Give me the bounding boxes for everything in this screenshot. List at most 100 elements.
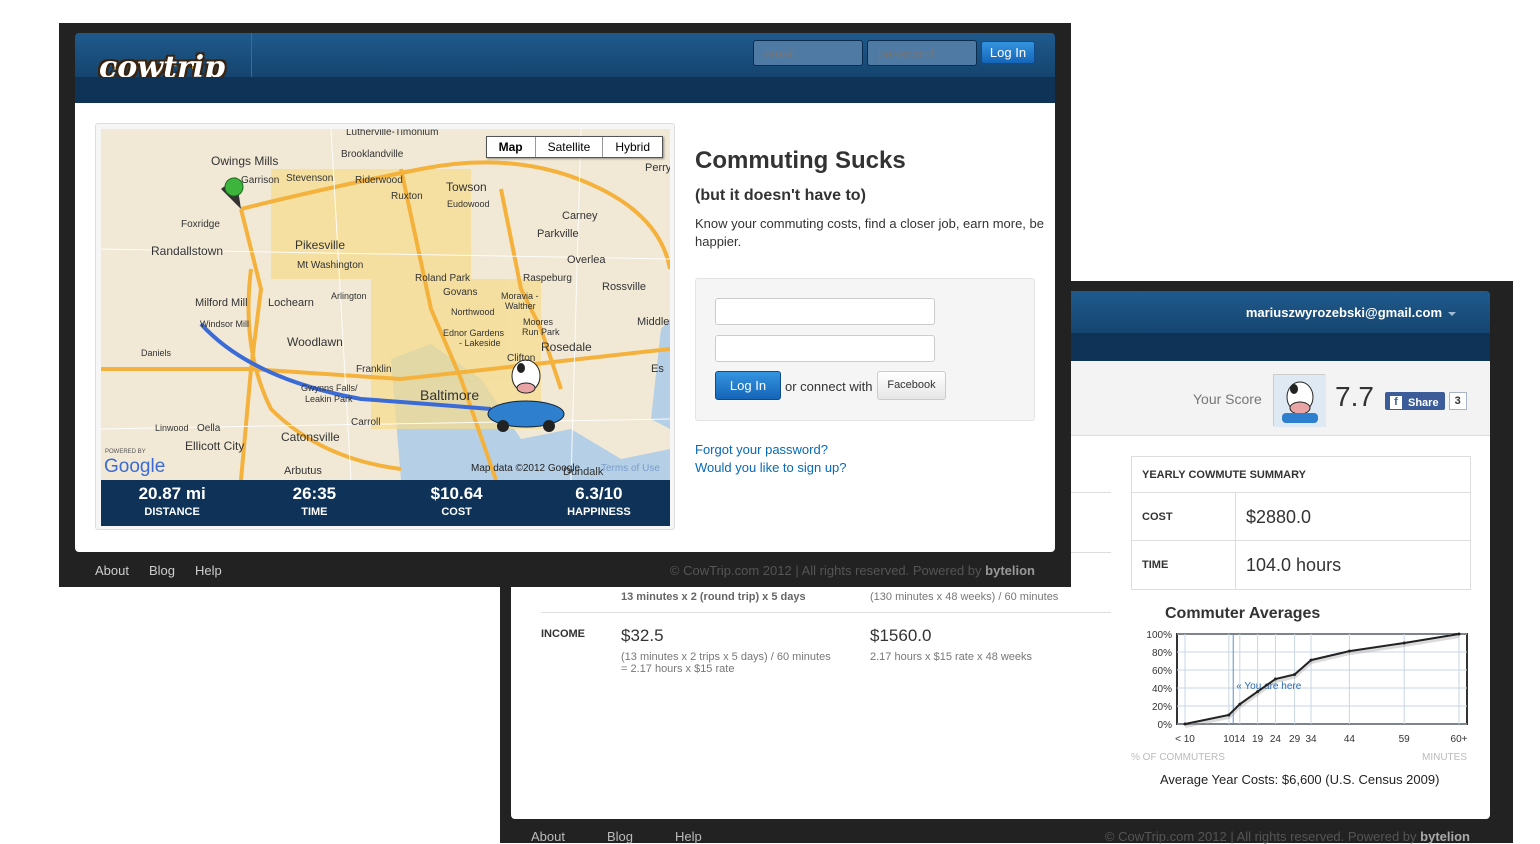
share-label: Share: [1408, 396, 1439, 409]
svg-text:Windsor Mill: Windsor Mill: [200, 319, 249, 329]
footer-copyright: © CowTrip.com 2012 | All rights reserved…: [670, 563, 1035, 578]
svg-text:Towson: Towson: [446, 180, 487, 194]
login-button[interactable]: Log In: [715, 371, 781, 400]
data-point: [1293, 673, 1297, 676]
svg-text:Randallstown: Randallstown: [151, 244, 223, 258]
svg-text:Arbutus: Arbutus: [284, 465, 322, 477]
footer-help-link[interactable]: Help: [195, 563, 222, 578]
x-tick-label: 34: [1305, 734, 1317, 745]
time-yearly-detail: (130 minutes x 48 weeks) / 60 minutes: [870, 591, 1059, 603]
svg-text:Milford Mill: Milford Mill: [195, 297, 248, 309]
svg-text:Lutherville-Timonium: Lutherville-Timonium: [346, 129, 438, 138]
svg-text:Overlea: Overlea: [567, 254, 606, 266]
svg-text:Franklin: Franklin: [356, 364, 392, 375]
facebook-connect-button[interactable]: Facebook: [877, 371, 946, 400]
y-tick-label: 80%: [1152, 648, 1172, 659]
svg-text:Brooklandville: Brooklandville: [341, 149, 404, 160]
stat-distance: 20.87 mi DISTANCE: [101, 480, 243, 526]
svg-text:Raspeburg: Raspeburg: [523, 273, 572, 284]
score-value: 7.7: [1335, 381, 1374, 412]
svg-text:Stevenson: Stevenson: [286, 173, 333, 184]
svg-text:Carney: Carney: [562, 210, 598, 222]
summary-key: COST: [1132, 493, 1236, 540]
facebook-icon: f: [1390, 396, 1402, 409]
stat-value: 6.3/10: [575, 484, 623, 503]
data-point: [1273, 677, 1277, 681]
row-divider: [541, 612, 1111, 613]
login-password-input[interactable]: [715, 335, 935, 362]
stat-label: COST: [441, 506, 472, 518]
svg-text:Oella: Oella: [197, 423, 221, 434]
connect-label: or connect with: [785, 379, 873, 394]
landing-footer: About Blog Help © CowTrip.com 2012 | All r…: [95, 563, 1035, 578]
footer-blog-link[interactable]: Blog: [607, 829, 633, 844]
map-type-satellite[interactable]: Satellite: [534, 137, 603, 157]
stat-label: TIME: [301, 506, 328, 518]
copyright-text: © CowTrip.com 2012 | All rights reserved…: [1104, 829, 1417, 844]
map-panel: Lutherville-Timonium Owings Mills Garris…: [95, 123, 675, 530]
map-type-hybrid[interactable]: Hybrid: [602, 137, 662, 157]
map-terms-link[interactable]: Terms of Use: [601, 463, 660, 474]
svg-text:Woodlawn: Woodlawn: [287, 335, 343, 349]
x-tick-label: < 10: [1175, 734, 1195, 745]
footer-about-link[interactable]: About: [95, 563, 129, 578]
password-field[interactable]: [867, 40, 977, 66]
share-count: 3: [1448, 392, 1467, 410]
stat-value: 26:35: [292, 484, 337, 503]
footer-help-link[interactable]: Help: [675, 829, 702, 844]
data-point: [1256, 690, 1260, 694]
commute-stats: 20.87 mi DISTANCE 26:35 TIME $10.64 COST 6.…: [101, 480, 670, 526]
svg-text:Mt Washington: Mt Washington: [297, 260, 363, 271]
stat-time: 26:35 TIME: [243, 480, 385, 526]
svg-text:Owings Mills: Owings Mills: [211, 154, 278, 168]
svg-text:Baltimore: Baltimore: [420, 387, 479, 403]
footer-blog-link[interactable]: Blog: [149, 563, 175, 578]
header-login-button[interactable]: Log In: [981, 41, 1035, 64]
forgot-password-link[interactable]: Forgot your password?: [695, 442, 828, 457]
x-tick-label: 59: [1399, 734, 1411, 745]
share-button[interactable]: f Share: [1385, 392, 1445, 410]
y-tick-label: 0%: [1158, 720, 1173, 731]
svg-text:Lochearn: Lochearn: [268, 297, 314, 309]
user-menu[interactable]: mariuszwyrozebski@gmail.com: [1246, 305, 1456, 320]
chevron-down-icon: [1448, 311, 1456, 316]
svg-text:Rossville: Rossville: [602, 281, 646, 293]
facebook-share[interactable]: f Share 3: [1385, 392, 1471, 410]
stat-value: $10.64: [430, 484, 483, 503]
svg-text:Govans: Govans: [443, 287, 477, 298]
svg-text:Clifton: Clifton: [507, 353, 535, 364]
map-type-map[interactable]: Map: [487, 137, 535, 157]
score-label: Your Score: [1193, 391, 1262, 407]
map-type-control: Map Satellite Hybrid: [485, 136, 663, 158]
svg-text:Middle: Middle: [637, 316, 669, 328]
user-email: mariuszwyrozebski@gmail.com: [1245, 305, 1442, 320]
data-point: [1227, 713, 1231, 717]
landing-window: cowtrip Log In: [59, 23, 1071, 587]
commuter-averages-chart: < 10 10 14 19 24 29 34 44 59 60+ 0% 20% 40% 60% 80% 100…: [1131, 630, 1468, 763]
y-tick-label: 100%: [1146, 630, 1172, 641]
income-daily-detail: (13 minutes x 2 trips x 5 days) / 60 min…: [621, 651, 831, 663]
footer-about-link[interactable]: About: [531, 829, 565, 844]
income-daily: $32.5: [621, 626, 664, 645]
svg-text:Parkville: Parkville: [537, 228, 579, 240]
email-field[interactable]: [753, 40, 863, 66]
svg-text:- Lakeside: - Lakeside: [459, 338, 501, 348]
copyright-text: © CowTrip.com 2012 | All rights reserved…: [669, 563, 982, 578]
svg-text:Perry: Perry: [645, 162, 670, 174]
svg-text:Leakin Park: Leakin Park: [305, 394, 353, 404]
summary-title: YEARLY COWMUTE SUMMARY: [1132, 457, 1470, 493]
svg-text:Eudowood: Eudowood: [447, 199, 490, 209]
x-tick-label: 19: [1252, 734, 1264, 745]
summary-row: TIME 104.0 hours: [1132, 541, 1470, 589]
yearly-summary: YEARLY COWMUTE SUMMARY COST $2880.0 TIME 1…: [1131, 456, 1471, 590]
dashboard-footer: About Blog Help © CowTrip.com 2012 | All r…: [511, 829, 1490, 844]
signup-link[interactable]: Would you like to sign up?: [695, 460, 847, 475]
login-email-input[interactable]: [715, 298, 935, 325]
svg-text:Walther: Walther: [505, 301, 536, 311]
route-map[interactable]: Lutherville-Timonium Owings Mills Garris…: [101, 129, 670, 480]
x-tick-label: 29: [1289, 734, 1301, 745]
income-yearly-detail: 2.17 hours x $15 rate x 48 weeks: [870, 651, 1033, 663]
stat-cost: $10.64 COST: [386, 480, 528, 526]
svg-text:Riderwood: Riderwood: [355, 175, 403, 186]
map-canvas: Lutherville-Timonium Owings Mills Garris…: [101, 129, 670, 480]
